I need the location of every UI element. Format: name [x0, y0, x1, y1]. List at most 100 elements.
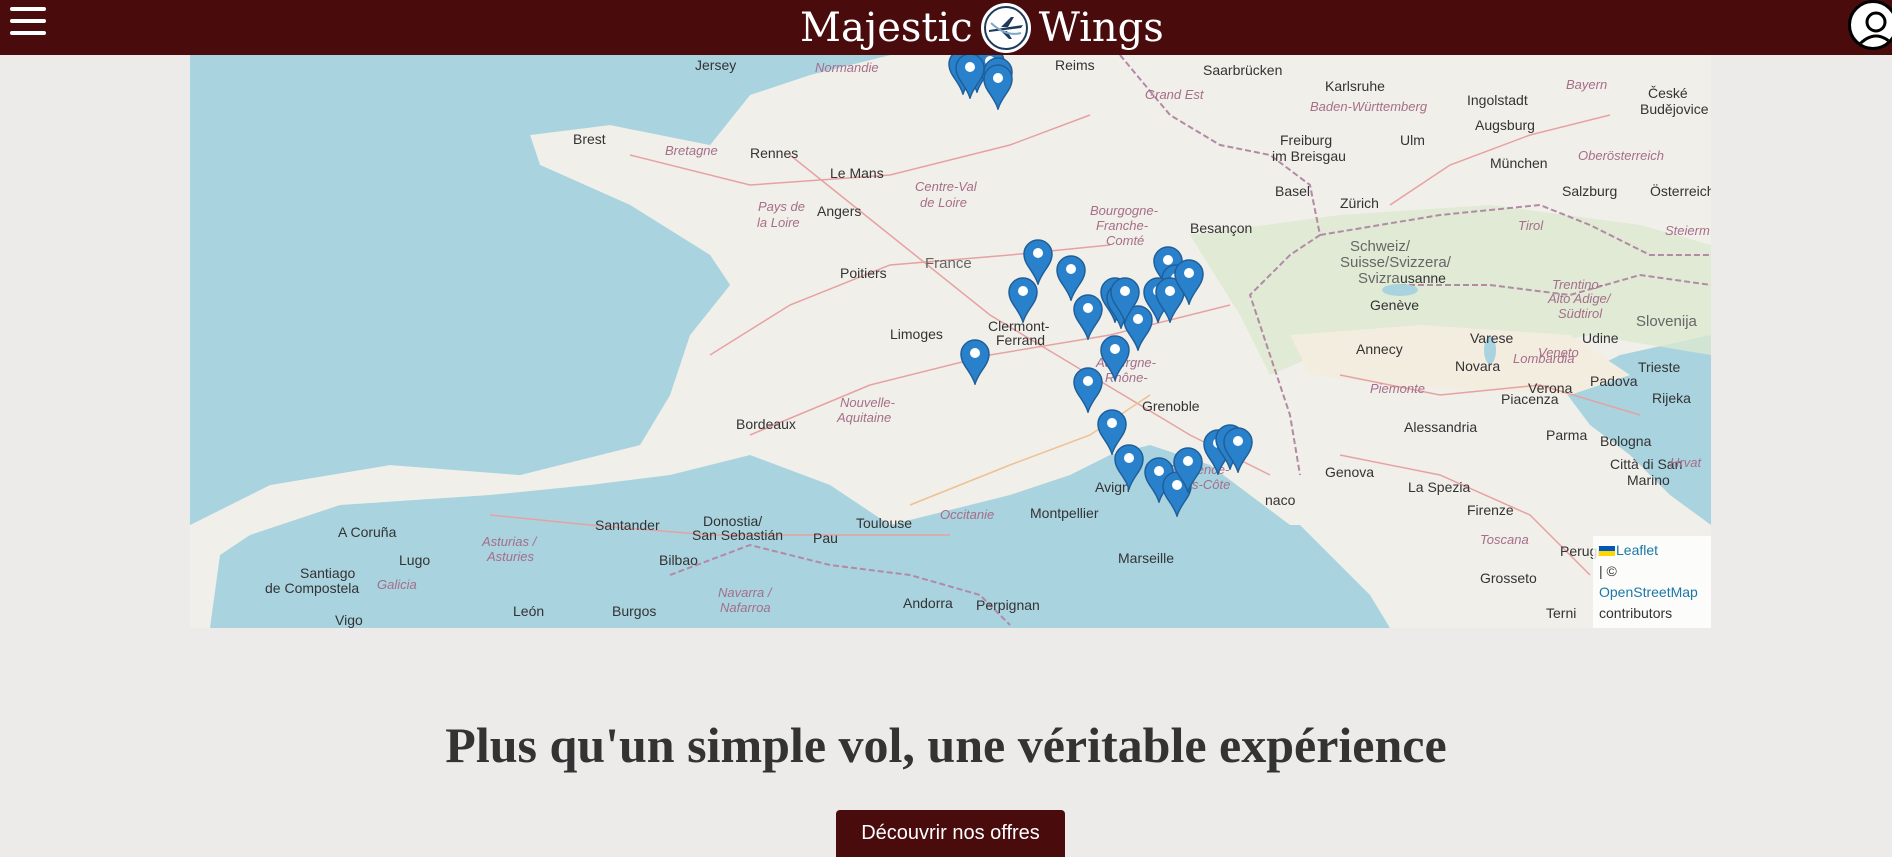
- map-marker-icon[interactable]: [1223, 427, 1253, 473]
- place-label: Grenoble: [1142, 398, 1200, 414]
- place-label: Österreich: [1650, 183, 1711, 199]
- top-navigation-bar: Majestic Wings: [0, 0, 1892, 55]
- map-marker-icon[interactable]: [1100, 335, 1130, 381]
- place-label: München: [1490, 155, 1548, 171]
- ukraine-flag-icon: [1599, 546, 1615, 557]
- place-label: Centre-Val: [915, 179, 977, 194]
- place-label: Marino: [1627, 472, 1670, 488]
- place-label: Budějovice: [1640, 101, 1709, 117]
- place-label: Ferrand: [996, 332, 1046, 348]
- place-label: Lugo: [399, 552, 431, 568]
- place-label: Udine: [1582, 330, 1619, 346]
- place-label: Tirol: [1518, 218, 1544, 233]
- place-label: Alto Adige/: [1548, 291, 1611, 306]
- leaflet-link[interactable]: Leaflet: [1599, 542, 1658, 558]
- place-label: Alessandria: [1404, 419, 1478, 435]
- place-label: Steierm: [1665, 223, 1710, 238]
- place-label: Grosseto: [1480, 570, 1537, 586]
- place-label: Normandie: [815, 60, 879, 75]
- place-label: Rennes: [750, 145, 799, 161]
- place-label: San Sebastián: [692, 527, 784, 543]
- place-label: Terni: [1546, 605, 1577, 621]
- place-label: usanne: [1400, 270, 1446, 286]
- attribution-separator: | ©: [1599, 563, 1617, 579]
- user-account-icon[interactable]: [1848, 0, 1892, 50]
- place-label: Oberösterreich: [1578, 148, 1664, 163]
- place-label: Montpellier: [1030, 505, 1099, 521]
- place-label: Novara: [1455, 358, 1501, 374]
- place-label: Limoges: [890, 326, 943, 342]
- place-label: Piemonte: [1370, 381, 1425, 396]
- place-label: Angers: [817, 203, 862, 219]
- place-label: Reims: [1055, 57, 1095, 73]
- place-label: Nouvelle-: [840, 395, 895, 410]
- map-marker-icon[interactable]: [1073, 367, 1103, 413]
- brand-name-right: Wings: [1038, 4, 1164, 51]
- place-label: Bretagne: [665, 143, 718, 158]
- place-label: Navarra /: [718, 585, 772, 600]
- place-label: Trentino-: [1552, 277, 1604, 292]
- brand-name-left: Majestic: [800, 4, 973, 51]
- place-label: Aquitaine: [837, 410, 892, 425]
- place-label: Piacenza: [1501, 391, 1559, 407]
- place-label: Asturias /: [482, 534, 537, 549]
- place-label: Firenze: [1467, 502, 1514, 518]
- place-label: České: [1648, 85, 1688, 101]
- map-marker-icon[interactable]: [1110, 277, 1140, 323]
- place-label: Salzburg: [1562, 183, 1618, 199]
- map-marker-icon[interactable]: [955, 55, 985, 99]
- place-label: Zürich: [1340, 195, 1379, 211]
- destinations-map[interactable]: Jersey Normandie Reims Saarbrücken Brest…: [190, 55, 1711, 628]
- place-label: Bologna: [1600, 433, 1652, 449]
- place-label: Nafarroa: [720, 600, 771, 615]
- place-label: A Coruña: [338, 524, 397, 540]
- discover-offers-button[interactable]: Découvrir nos offres: [836, 810, 1065, 857]
- map-marker-icon[interactable]: [1008, 277, 1038, 323]
- place-label: Padova: [1590, 373, 1638, 389]
- place-label: Bayern: [1566, 77, 1608, 92]
- airplane-emblem-icon: [980, 2, 1031, 53]
- place-label: Vigo: [335, 612, 363, 628]
- place-label: Bilbao: [659, 552, 698, 568]
- place-label: Pays de: [758, 199, 805, 214]
- place-label: im Breisgau: [1272, 148, 1346, 164]
- map-marker-icon[interactable]: [1073, 294, 1103, 340]
- place-label: la Loire: [757, 215, 800, 230]
- place-label: Burgos: [612, 603, 657, 619]
- map-marker-icon[interactable]: [1174, 259, 1204, 305]
- place-label: Le Mans: [830, 165, 884, 181]
- place-label: La Spezia: [1408, 479, 1471, 495]
- place-label: Jersey: [695, 57, 737, 73]
- place-label: Brest: [573, 131, 606, 147]
- place-label: Baden-Württemberg: [1310, 99, 1428, 114]
- place-label: Comté: [1106, 233, 1145, 248]
- place-label: Rijeka: [1652, 390, 1691, 406]
- brand-logo[interactable]: Majestic Wings: [800, 0, 1164, 55]
- place-label: Grand Est: [1145, 87, 1204, 102]
- map-marker-icon[interactable]: [983, 64, 1013, 110]
- place-label: Hrvat: [1670, 455, 1702, 470]
- place-label: Poitiers: [840, 265, 887, 281]
- place-label: Genève: [1370, 297, 1420, 313]
- map-marker-icon[interactable]: [1173, 447, 1203, 493]
- place-label: Trieste: [1638, 359, 1681, 375]
- map-marker-icon[interactable]: [1114, 444, 1144, 490]
- place-label: Toulouse: [856, 515, 913, 531]
- place-label: Ulm: [1400, 132, 1425, 148]
- place-label: Varese: [1470, 330, 1514, 346]
- place-label: Andorra: [903, 595, 953, 611]
- place-label: Saarbrücken: [1203, 62, 1283, 78]
- hamburger-menu-icon[interactable]: [10, 7, 46, 39]
- place-label: Annecy: [1356, 341, 1403, 357]
- place-label: Svizra: [1358, 270, 1400, 287]
- place-label: de Loire: [920, 195, 967, 210]
- place-label: Pau: [813, 530, 838, 546]
- map-marker-icon[interactable]: [960, 339, 990, 385]
- place-label: Karlsruhe: [1325, 78, 1385, 94]
- leaflet-link-label: Leaflet: [1616, 542, 1659, 558]
- place-label: León: [513, 603, 545, 619]
- place-label: Basel: [1275, 183, 1311, 199]
- openstreetmap-link[interactable]: OpenStreetMap: [1599, 584, 1698, 600]
- place-label: Galicia: [377, 577, 417, 592]
- place-label: Südtirol: [1558, 306, 1603, 321]
